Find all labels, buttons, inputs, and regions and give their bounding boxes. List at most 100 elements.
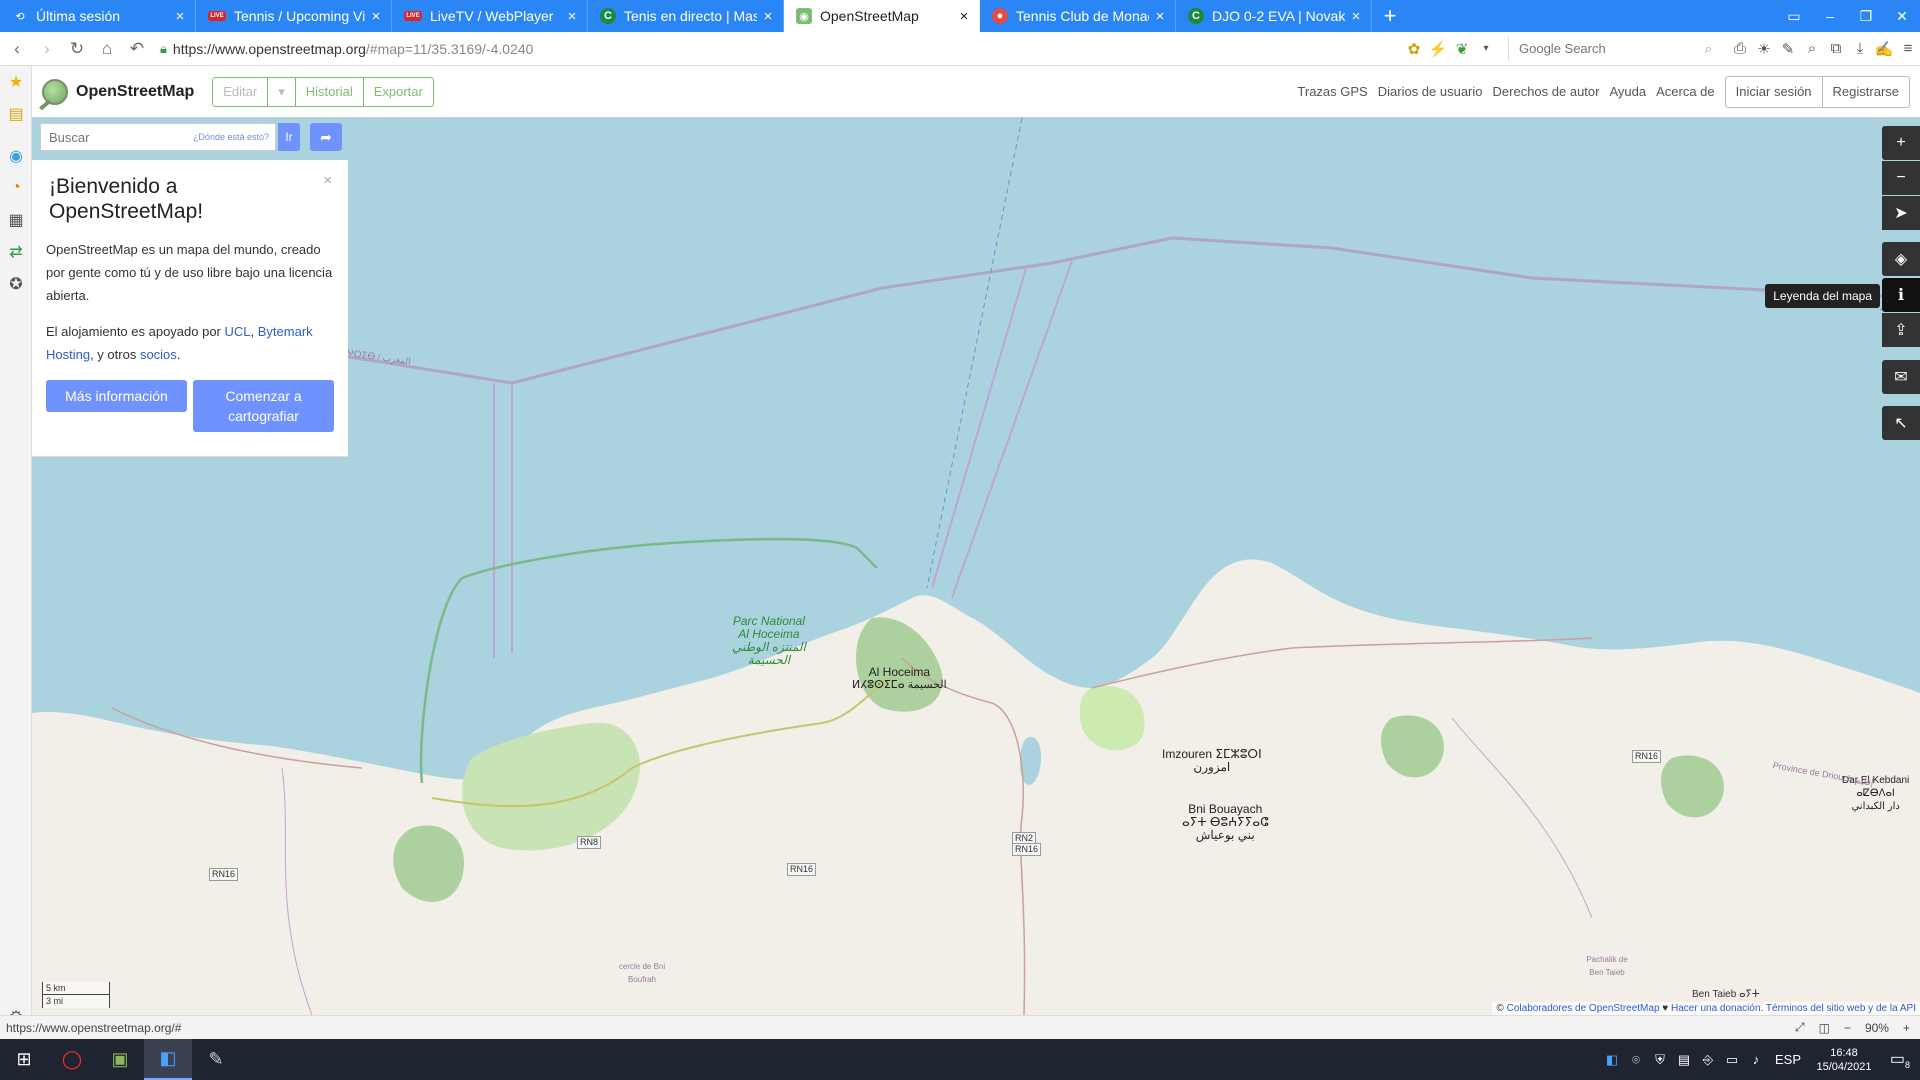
forward-icon[interactable]: › <box>34 39 60 59</box>
go-button[interactable]: Ir <box>278 123 300 151</box>
terms-link[interactable]: Términos del sitio web y de la API <box>1766 1003 1916 1014</box>
calculator-icon[interactable]: ▦ <box>0 204 32 236</box>
close-icon[interactable]: × <box>957 8 971 25</box>
zoom-level[interactable]: 90% <box>1865 1021 1889 1035</box>
close-window-icon[interactable]: ✕ <box>1884 0 1920 32</box>
close-icon[interactable]: × <box>369 8 383 25</box>
partners-link[interactable]: socios <box>140 347 177 362</box>
export-button[interactable]: Exportar <box>364 78 433 106</box>
tab-last-session[interactable]: ⟲ Última sesión × <box>0 0 196 32</box>
translate-icon[interactable]: ⇄ <box>0 236 32 268</box>
windows-start-icon[interactable]: ⊞ <box>0 1039 48 1080</box>
app-tray-icon[interactable]: ▤ <box>1672 1052 1696 1068</box>
download-icon[interactable]: ⤓ <box>1848 40 1872 57</box>
screenshot-icon[interactable]: ⧉ <box>1824 40 1848 57</box>
network-icon[interactable]: ▭ <box>1720 1052 1744 1068</box>
where-is-this-link[interactable]: ¿Dónde está esto? <box>193 132 269 142</box>
tab-tennis-club-monaco[interactable]: ● Tennis Club de Monaco × <box>980 0 1176 32</box>
tab-tennis-upcoming[interactable]: LIVE Tennis / Upcoming Vide × <box>196 0 392 32</box>
tab-djo-eva[interactable]: C DJO 0-2 EVA | Novak Dj × <box>1176 0 1372 32</box>
query-button[interactable]: ↖ <box>1882 406 1920 440</box>
ucl-link[interactable]: UCL <box>225 324 251 339</box>
nav-gps-traces[interactable]: Trazas GPS <box>1297 84 1367 99</box>
extension-icon[interactable]: ✿ <box>1402 40 1426 58</box>
google-search-input[interactable] <box>1519 41 1705 56</box>
nav-about[interactable]: Acerca de <box>1656 84 1715 99</box>
split-view-icon[interactable]: ◫ <box>1819 1021 1830 1035</box>
leaf-icon[interactable]: ❦ <box>1450 40 1474 58</box>
edit-dropdown-button[interactable]: ▾ <box>268 77 296 106</box>
new-tab-button[interactable]: + <box>1372 0 1408 32</box>
favorites-icon[interactable]: ★ <box>0 66 32 98</box>
close-icon[interactable]: × <box>323 172 332 189</box>
nav-user-diaries[interactable]: Diarios de usuario <box>1378 84 1483 99</box>
tab-list-icon[interactable]: ▭ <box>1776 0 1812 32</box>
nav-help[interactable]: Ayuda <box>1609 84 1646 99</box>
tab-openstreetmap[interactable]: ◉ OpenStreetMap × <box>784 0 980 32</box>
notes-icon[interactable]: ▤ <box>0 98 32 130</box>
bulb-icon[interactable]: ☀ <box>1752 40 1776 58</box>
login-button[interactable]: Iniciar sesión <box>1726 76 1823 107</box>
layers-button[interactable]: ◈ <box>1882 242 1920 276</box>
start-mapping-button[interactable]: Comenzar a cartografiar <box>193 380 334 432</box>
zoom-out-icon[interactable]: − <box>1844 1021 1851 1035</box>
search-input[interactable] <box>49 129 189 145</box>
paint-icon[interactable]: ✎ <box>192 1039 240 1080</box>
close-icon[interactable]: × <box>1153 8 1167 25</box>
contributors-link[interactable]: Colaboradores de OpenStreetMap <box>1507 1003 1660 1014</box>
edit-icon[interactable]: ✍ <box>1872 40 1896 58</box>
zoom-in-icon[interactable]: + <box>1903 1021 1910 1035</box>
minimize-icon[interactable]: – <box>1812 0 1848 32</box>
tab-livetv[interactable]: LIVE LiveTV / WebPlayer × <box>392 0 588 32</box>
legend-button[interactable]: ℹ <box>1882 278 1920 312</box>
printer-icon[interactable]: ⎙ <box>1728 40 1752 57</box>
search-box[interactable]: ¿Dónde está esto? <box>40 123 276 151</box>
locate-button[interactable]: ➤ <box>1882 196 1920 230</box>
google-search[interactable]: ⌕ <box>1508 36 1718 61</box>
usb-icon[interactable]: ⎆ <box>1696 1052 1720 1068</box>
home-icon[interactable]: ⌂ <box>94 39 120 59</box>
maxthon-icon[interactable]: ◧ <box>144 1039 192 1080</box>
clock[interactable]: 16:48 15/04/2021 <box>1808 1046 1880 1074</box>
undo-icon[interactable]: ↶ <box>124 39 150 59</box>
zoom-in-button[interactable]: + <box>1882 126 1920 160</box>
chat-icon[interactable]: ◉ <box>0 140 32 172</box>
fullscreen-icon[interactable]: ⤢ <box>1795 1020 1805 1035</box>
tools-icon[interactable]: ✎ <box>1776 40 1800 58</box>
language-indicator[interactable]: ESP <box>1768 1052 1808 1067</box>
more-info-button[interactable]: Más información <box>46 380 187 412</box>
opera-icon[interactable]: ◯ <box>48 1039 96 1080</box>
nav-copyright[interactable]: Derechos de autor <box>1493 84 1600 99</box>
close-icon[interactable]: × <box>1349 8 1363 25</box>
close-icon[interactable]: × <box>173 8 187 25</box>
back-icon[interactable]: ‹ <box>4 39 30 59</box>
menu-icon[interactable]: ≡ <box>1896 40 1920 57</box>
donate-link[interactable]: Hacer una donación <box>1671 1003 1761 1014</box>
magnifier-icon[interactable]: ⌕ <box>1800 40 1824 57</box>
tab-tenis-directo[interactable]: C Tenis en directo | Maste × <box>588 0 784 32</box>
url-field[interactable]: https://www.openstreetmap.org/#map=11/35… <box>173 41 534 57</box>
reload-icon[interactable]: ↻ <box>64 39 90 59</box>
chevron-down-icon[interactable]: ▾ <box>1474 43 1498 54</box>
signup-button[interactable]: Registrarse <box>1823 77 1909 107</box>
volume-icon[interactable]: ♪ <box>1744 1052 1768 1067</box>
osm-logo[interactable]: OpenStreetMap <box>42 78 194 105</box>
maxthon-tray-icon[interactable]: ◧ <box>1600 1052 1624 1068</box>
share-button[interactable]: ⇪ <box>1882 313 1920 347</box>
rss-icon[interactable]: ◔ <box>0 172 32 204</box>
history-button[interactable]: Historial <box>296 77 364 106</box>
restore-icon[interactable]: ❐ <box>1848 0 1884 32</box>
note-button[interactable]: ✉ <box>1882 360 1920 394</box>
minecraft-icon[interactable]: ▣ <box>96 1039 144 1080</box>
edit-button[interactable]: Editar <box>213 77 269 106</box>
directions-button[interactable]: ➦ <box>310 123 342 151</box>
lightning-icon[interactable]: ⚡ <box>1426 40 1450 58</box>
search-icon[interactable]: ⌕ <box>1705 41 1712 57</box>
close-icon[interactable]: × <box>565 8 579 25</box>
webcam-icon[interactable]: ⌾ <box>1624 1052 1648 1068</box>
lightbulb-icon[interactable]: ✪ <box>0 268 32 300</box>
zoom-out-button[interactable]: − <box>1882 161 1920 195</box>
shield-icon[interactable]: ⛨ <box>1648 1052 1672 1068</box>
notification-icon[interactable]: ▭8 <box>1880 1049 1920 1070</box>
close-icon[interactable]: × <box>761 8 775 25</box>
